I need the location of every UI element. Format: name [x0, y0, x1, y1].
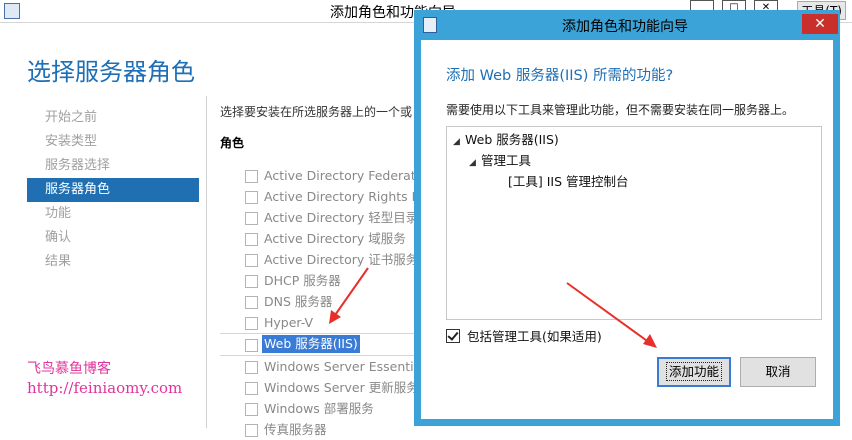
role-label: Windows Server Essentials	[264, 359, 432, 374]
add-features-button[interactable]: 添加功能	[657, 357, 731, 387]
role-checkbox[interactable]	[245, 403, 258, 416]
role-item[interactable]: Active Directory Federation	[220, 165, 440, 186]
role-label: DNS 服务器	[264, 294, 333, 309]
column-divider	[206, 96, 207, 428]
role-checkbox[interactable]	[245, 424, 258, 437]
include-tools-checkbox[interactable]	[446, 328, 460, 343]
role-checkbox[interactable]	[245, 275, 258, 288]
blog-url: http://feiniaomy.com	[27, 379, 183, 397]
nav-item-installation-type[interactable]: 安装类型	[27, 130, 199, 154]
role-item-web-server-iis[interactable]: Web 服务器(IIS)	[220, 333, 440, 356]
role-item[interactable]: Active Directory 轻型目录服	[220, 207, 440, 228]
expand-triangle-icon[interactable]: ◢	[469, 154, 481, 172]
role-checkbox[interactable]	[245, 339, 258, 352]
roles-list: Active Directory Federation Active Direc…	[220, 165, 440, 440]
role-item[interactable]: Windows 部署服务	[220, 398, 440, 419]
role-label: Windows 部署服务	[264, 401, 374, 416]
tree-node-management-tools[interactable]: ◢ 管理工具	[469, 152, 531, 170]
add-features-label: 添加功能	[665, 362, 722, 381]
role-checkbox[interactable]	[245, 191, 258, 204]
nav-item-before-you-begin[interactable]: 开始之前	[27, 106, 199, 130]
role-label: Active Directory 证书服务	[264, 252, 419, 267]
role-item[interactable]: DHCP 服务器	[220, 270, 440, 291]
feature-tree: ◢ Web 服务器(IIS) ◢ 管理工具 [工具] IIS 管理控制台	[446, 126, 822, 320]
dialog-heading: 添加 Web 服务器(IIS) 所需的功能?	[446, 68, 674, 84]
dialog-titlebar: 添加角色和功能向导 ✕	[414, 10, 840, 40]
role-item[interactable]: Windows Server 更新服务	[220, 377, 440, 398]
role-checkbox[interactable]	[245, 361, 258, 374]
nav-item-results[interactable]: 结果	[27, 250, 199, 274]
role-label: Active Directory Federation	[264, 168, 435, 183]
role-item[interactable]: Active Directory 域服务	[220, 228, 440, 249]
tree-node-iis-console[interactable]: [工具] IIS 管理控制台	[508, 173, 629, 191]
dialog-close-icon[interactable]: ✕	[802, 14, 838, 34]
cancel-button[interactable]: 取消	[740, 357, 816, 387]
nav-item-confirmation[interactable]: 确认	[27, 226, 199, 250]
roles-header: 角色	[220, 136, 245, 150]
page-title: 选择服务器角色	[27, 58, 195, 86]
role-item[interactable]: Windows Server Essentials	[220, 356, 440, 377]
role-label: Active Directory 域服务	[264, 231, 406, 246]
role-label: DHCP 服务器	[264, 273, 341, 288]
nav-item-server-selection[interactable]: 服务器选择	[27, 154, 199, 178]
tree-node-web-server[interactable]: ◢ Web 服务器(IIS)	[453, 131, 559, 149]
dialog-title: 添加角色和功能向导	[562, 19, 688, 35]
role-checkbox[interactable]	[245, 212, 258, 225]
include-tools-option[interactable]: 包括管理工具(如果适用)	[446, 328, 602, 346]
role-checkbox[interactable]	[245, 233, 258, 246]
blog-watermark: 飞鸟慕鱼博客 http://feiniaomy.com	[27, 360, 182, 398]
expand-triangle-icon[interactable]: ◢	[453, 133, 465, 151]
tree-node-label: 管理工具	[481, 153, 532, 168]
role-item[interactable]: Active Directory Rights Ma	[220, 186, 440, 207]
roles-description: 选择要安装在所选服务器上的一个或	[220, 105, 413, 119]
role-checkbox[interactable]	[245, 382, 258, 395]
role-label: Web 服务器(IIS)	[262, 335, 360, 353]
role-checkbox[interactable]	[245, 317, 258, 330]
role-item[interactable]: 传真服务器	[220, 419, 440, 440]
role-label: 传真服务器	[264, 422, 327, 437]
tree-node-label: Web 服务器(IIS)	[465, 132, 559, 147]
include-tools-label: 包括管理工具(如果适用)	[467, 329, 602, 344]
wizard-app-icon	[4, 3, 20, 19]
add-features-dialog: 添加角色和功能向导 ✕ 添加 Web 服务器(IIS) 所需的功能? 需要使用以…	[414, 10, 840, 426]
nav-item-server-roles[interactable]: 服务器角色	[27, 178, 199, 202]
dialog-app-icon	[423, 17, 437, 33]
role-item[interactable]: DNS 服务器	[220, 291, 440, 312]
role-item[interactable]: Active Directory 证书服务	[220, 249, 440, 270]
role-label: Active Directory Rights Ma	[264, 189, 431, 204]
role-checkbox[interactable]	[245, 170, 258, 183]
role-checkbox[interactable]	[245, 296, 258, 309]
role-label: Hyper-V	[264, 315, 314, 330]
blog-name: 飞鸟慕鱼博客	[27, 361, 111, 377]
nav-item-features[interactable]: 功能	[27, 202, 199, 226]
role-item[interactable]: Hyper-V	[220, 312, 440, 333]
wizard-nav: 开始之前 安装类型 服务器选择 服务器角色 功能 确认 结果	[27, 106, 199, 274]
role-label: Active Directory 轻型目录服	[264, 210, 431, 225]
dialog-description: 需要使用以下工具来管理此功能，但不需要安装在同一服务器上。	[446, 103, 795, 117]
role-label: Windows Server 更新服务	[264, 380, 419, 395]
role-checkbox[interactable]	[245, 254, 258, 267]
tree-node-label: [工具] IIS 管理控制台	[508, 174, 629, 189]
